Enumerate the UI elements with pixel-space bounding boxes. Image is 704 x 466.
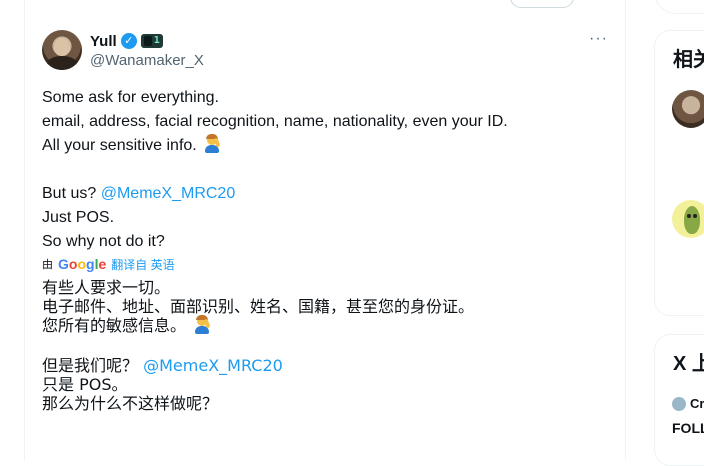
trend-avatar-icon [672,396,686,411]
translated-line-text: 您所有的敏感信息。 [42,316,187,335]
person-gesturing-emoji-icon [193,315,211,334]
tweet-line: But us? @MemeX_MRC20 [42,182,602,206]
avatar-face [54,38,70,56]
trends-title: X 上 [673,353,704,375]
translated-from-link[interactable]: 翻译自 英语 [111,256,174,273]
tweet-line-text: But us? [42,185,97,202]
affiliate-logo-icon [143,36,152,46]
sidebar-related-panel: 相关 [654,30,704,316]
top-button[interactable] [510,0,574,8]
google-logo: Google [58,256,107,272]
tweet-line: Just POS. [42,209,115,226]
person-gesturing-emoji-icon [203,134,221,153]
eye-icon [687,214,691,218]
translated-text: 有些人要求一切。 电子邮件、地址、面部识别、姓名、国籍，甚至您的身份证。 您所有… [42,278,602,413]
trend-text[interactable]: FOLL [672,420,704,436]
translated-by-label: 由 [42,259,53,271]
related-avatar-1[interactable] [672,90,704,128]
affiliate-badge[interactable]: 1 [140,34,163,48]
author-avatar[interactable] [42,30,82,70]
mention-link[interactable]: @MemeX_MRC20 [143,356,283,375]
author-handle[interactable]: @Wanamaker_X [90,52,204,69]
tweet-line: email, address, facial recognition, name… [42,113,508,130]
verified-icon: ✓ [120,33,137,49]
more-icon[interactable]: ··· [589,30,608,48]
tweet-line-text: All your sensitive info. [42,137,197,154]
avatar-coat [46,56,78,70]
translated-line: 但是我们呢？ @MemeX_MRC20 [42,356,602,375]
translated-line: 只是 POS。 [42,375,128,394]
tweet-text: Some ask for everything. email, address,… [42,86,602,254]
translation-attribution: 由 Google 翻译自 英语 [42,255,175,273]
translated-line: 您所有的敏感信息。 [42,315,602,335]
translated-line: 电子邮件、地址、面部识别、姓名、国籍，甚至您的身份证。 [42,297,475,316]
tweet-line: All your sensitive info. [42,134,602,158]
eye-icon [693,214,697,218]
mention-link[interactable]: @MemeX_MRC20 [101,185,236,202]
author-name-row: Yull ✓ 1 [90,32,163,50]
trend-item[interactable]: Cr [672,396,704,411]
trend-item-label: Cr [690,396,704,411]
tweet-line: So why not do it? [42,233,165,250]
translated-line-text: 但是我们呢？ [42,356,139,375]
pear-avatar-figure [684,206,700,234]
badge-label: 1 [153,35,160,46]
sidebar-search-box[interactable] [654,0,704,14]
translated-line: 那么为什么不这样做呢？ [42,394,219,413]
author-display-name[interactable]: Yull [90,33,117,50]
related-title: 相关 [673,49,704,71]
translated-line: 有些人要求一切。 [42,278,171,297]
related-avatar-2[interactable] [672,200,704,238]
tweet-line: Some ask for everything. [42,89,219,106]
